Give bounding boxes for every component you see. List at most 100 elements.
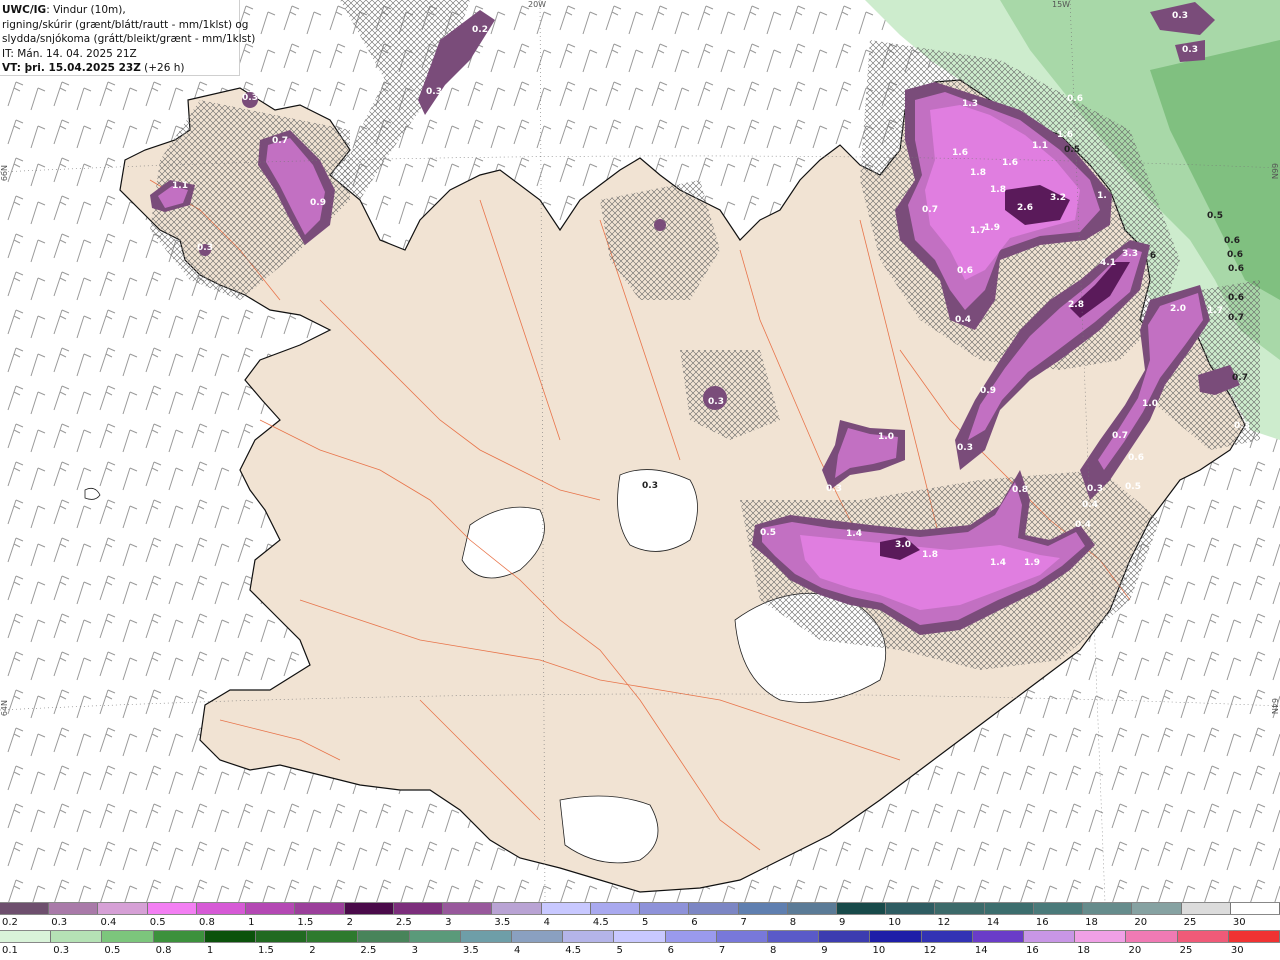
- legend-swatch: [886, 903, 936, 914]
- legend-label: 8: [770, 945, 777, 956]
- legend-swatch: [492, 903, 542, 914]
- legend-swatch: [358, 931, 410, 942]
- legend-label: 3.5: [462, 945, 479, 956]
- legend-swatch: [563, 931, 615, 942]
- precip-value-label: 2.6: [1017, 203, 1033, 213]
- legend-label: 3.5: [494, 917, 511, 928]
- model-name: UWC/IG: [2, 4, 47, 16]
- precip-value-label: 1.3: [962, 99, 978, 109]
- legend-swatch: [819, 931, 871, 942]
- precip-value-label: 0.4: [955, 315, 971, 325]
- initial-time: IT: Mán. 14. 04. 2025 21Z: [2, 47, 137, 60]
- rain-legend-labels: 0.1 0.3 0.5 0.8 1 1.5 2 2.5 3 3.5 4 4.5 5 6 7 8 9 10 12 14 1…: [0, 944, 1280, 958]
- legend-swatch: [1033, 903, 1084, 914]
- precip-value-label: 0.4: [1082, 500, 1098, 510]
- precip-value-label: 0.7: [1232, 373, 1248, 383]
- legend-swatch: [196, 903, 247, 914]
- legend-label: 2: [309, 945, 316, 956]
- title-line: UWC/IG: Vindur (10m),: [2, 3, 239, 18]
- legend-label: 2.5: [395, 917, 412, 928]
- legend-label: 0.1: [2, 945, 18, 956]
- legend-label: 16: [1026, 945, 1039, 956]
- lat-label-66n-right: 66N: [1270, 163, 1279, 180]
- legend-swatch: [1230, 903, 1280, 914]
- legend-label: 12: [923, 945, 937, 956]
- legend-swatch: [1075, 931, 1127, 942]
- legend-swatch: [204, 931, 257, 942]
- rain-legend: 0.1 0.3 0.5 0.8 1 1.5 2 2.5 3 3.5 4 4.5 5 6 7 8 9 10 12 14 1…: [0, 930, 1280, 958]
- precip-value-label: 3.2: [1050, 193, 1066, 203]
- legend-swatch: [443, 903, 493, 914]
- legend-label: 20: [1128, 945, 1142, 956]
- precip-value-label: 3.0: [895, 540, 911, 550]
- precip-value-label: 0.9: [310, 198, 326, 208]
- snow-legend: 0.2 0.3 0.4 0.5 0.8 1 1.5 2 2.5 3 3.5 4 4.5 5 6 7 8 9 10 12…: [0, 902, 1280, 930]
- legend-swatch: [512, 931, 564, 942]
- legend-label: 0.2: [2, 917, 18, 928]
- legend-label: 25: [1179, 945, 1193, 956]
- legend-label: 7: [740, 917, 747, 928]
- legend-swatch: [689, 903, 739, 914]
- legend-label: 6: [667, 945, 675, 956]
- legend-swatch: [935, 903, 985, 914]
- legend-label: 6: [691, 917, 698, 928]
- legend-swatch: [102, 931, 154, 942]
- lat-label-64n-left: 64N: [0, 700, 9, 717]
- precip-value-label: 0.4: [1075, 520, 1091, 530]
- legend-swatch: [1228, 931, 1280, 942]
- legend-swatch: [787, 903, 837, 914]
- legend-swatch: [590, 903, 641, 914]
- legend-label: 0.5: [149, 917, 166, 928]
- precip-value-label: 0.6: [1227, 250, 1243, 260]
- precip-value-label: 0.3: [826, 484, 842, 494]
- legend-swatch: [344, 903, 394, 914]
- precip-value-label: 1.8: [990, 185, 1006, 195]
- precip-value-label: 0.5: [1207, 211, 1223, 221]
- legend-label: 2.5: [360, 945, 377, 956]
- legend-label: 10: [872, 945, 886, 956]
- legend-label: 1: [206, 945, 214, 956]
- lat-label-64n-right: 64N: [1270, 698, 1279, 715]
- legend-swatch: [870, 931, 922, 942]
- snow-legend-labels: 0.2 0.3 0.4 0.5 0.8 1 1.5 2 2.5 3 3.5 4 4.5 5 6 7 8 9 10 12…: [0, 916, 1280, 930]
- legend-label: 4: [543, 917, 550, 928]
- lon-label-15w: 15W: [1052, 0, 1071, 9]
- precip-value-label: 0.6: [1128, 453, 1144, 463]
- precip-value-label: 1.8: [922, 550, 938, 560]
- precip-value-label: 0.2: [472, 25, 488, 35]
- rain-legend-swatches: [0, 930, 1280, 943]
- legend-label: 14: [974, 945, 988, 956]
- legend-label: 7: [718, 945, 726, 956]
- snow-legend-swatches: [0, 902, 1280, 915]
- legend-swatch: [153, 931, 205, 942]
- legend-label: 8: [789, 917, 797, 928]
- precip-value-label: 0.3: [197, 243, 213, 253]
- legend-label: 4.5: [565, 945, 582, 956]
- legend-swatch: [541, 903, 591, 914]
- precip-value-label: 0.3: [1172, 11, 1188, 21]
- legend-label: 3: [411, 945, 418, 956]
- legend-swatch: [1024, 931, 1076, 942]
- precip-value-label: 0.3: [957, 443, 973, 453]
- legend-swatch: [836, 903, 887, 914]
- precip-value-label: 0.6: [1224, 236, 1240, 246]
- lat-label-66n-left: 66N: [0, 165, 9, 182]
- legend-label: 12: [937, 917, 951, 928]
- precip-value-label: 1.9: [1024, 558, 1040, 568]
- legend-swatch: [1181, 903, 1231, 914]
- precip-value-label: 0.6: [957, 266, 973, 276]
- legend-swatch: [738, 903, 788, 914]
- legend-swatch: [768, 931, 820, 942]
- precip-value-label: 0.3: [1087, 484, 1103, 494]
- precip-value-label: 2.0: [1170, 304, 1186, 314]
- precip-value-label: 1.0: [1142, 399, 1158, 409]
- precip-value-label: 1.1: [1032, 141, 1048, 151]
- legend-swatch: [307, 931, 359, 942]
- legend-label: 0.3: [53, 945, 70, 956]
- legend-label: 9: [821, 945, 828, 956]
- precip-value-label: 0.5: [760, 528, 776, 538]
- legend-swatch: [147, 903, 197, 914]
- precip-value-label: 0.7: [1228, 313, 1244, 323]
- precip-value-label: 1.0: [878, 432, 894, 442]
- precip-value-label: 0.3: [642, 481, 658, 491]
